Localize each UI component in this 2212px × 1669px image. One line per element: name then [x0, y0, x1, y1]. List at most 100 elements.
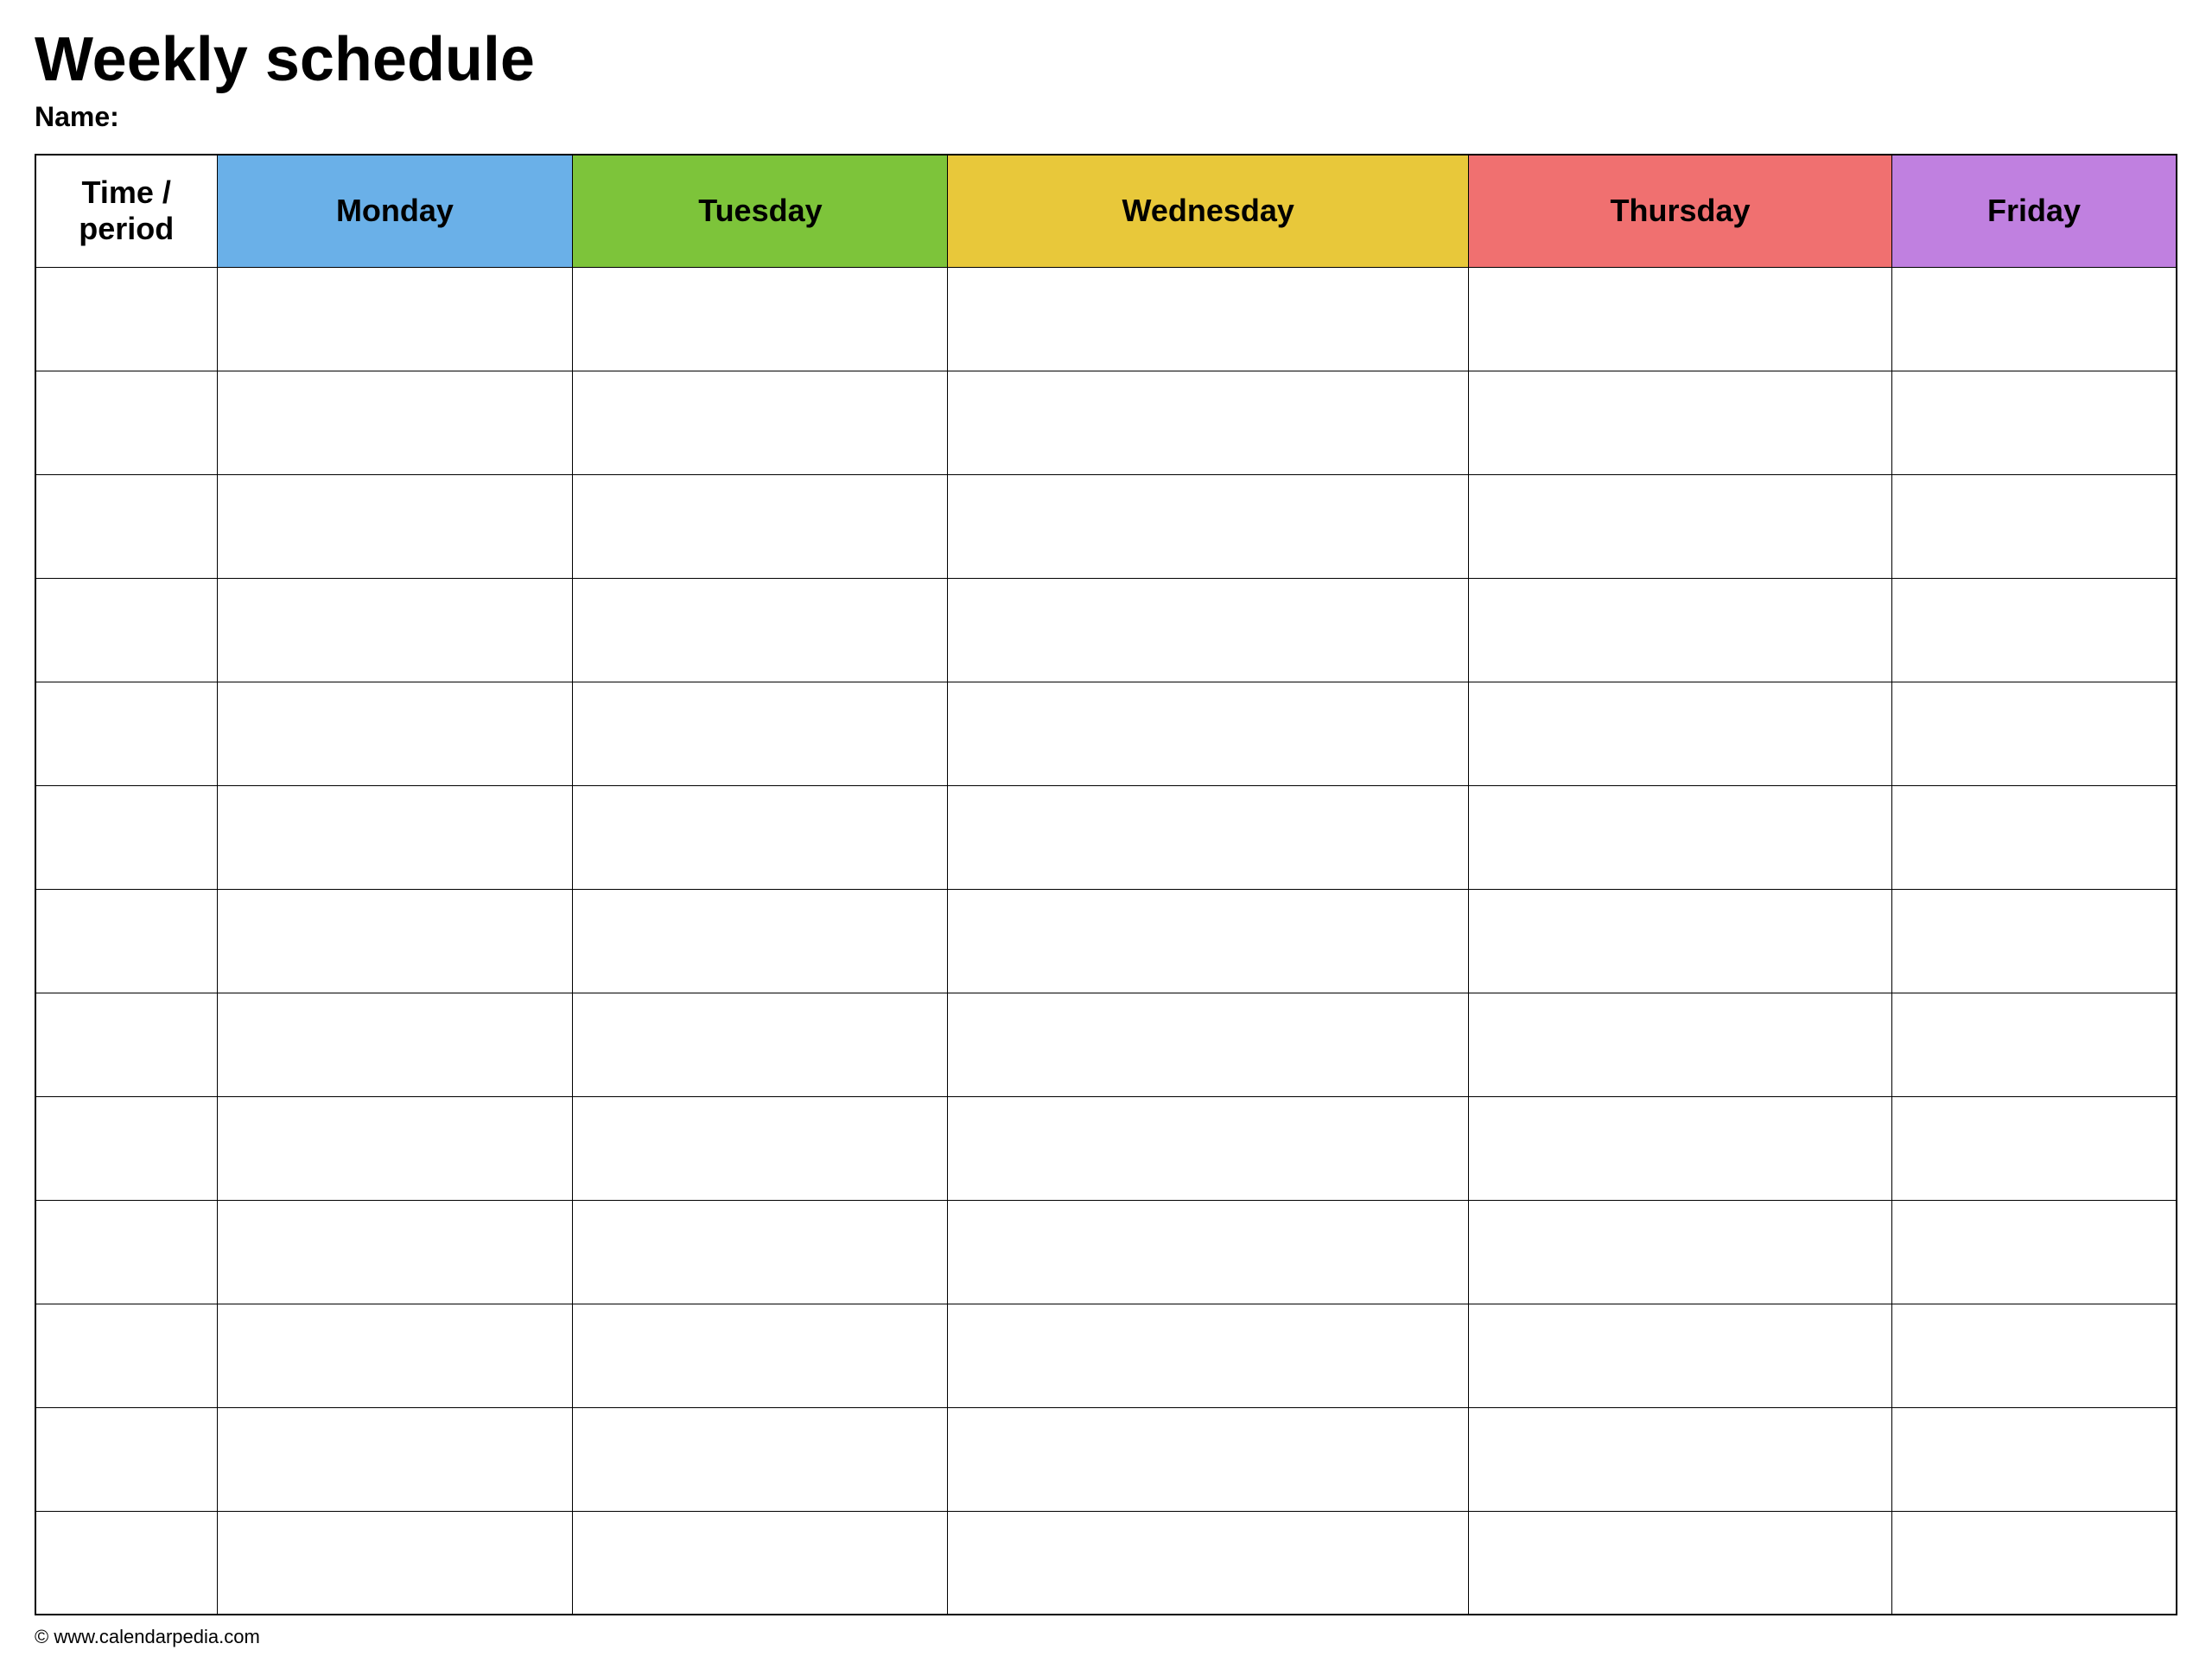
schedule-cell[interactable] [573, 889, 948, 993]
time-cell[interactable] [35, 1407, 217, 1511]
schedule-cell[interactable] [217, 785, 573, 889]
schedule-cell[interactable] [1892, 474, 2177, 578]
page-title: Weekly schedule [35, 26, 2177, 94]
schedule-cell[interactable] [1468, 1304, 1891, 1407]
time-cell[interactable] [35, 682, 217, 785]
table-row [35, 889, 2177, 993]
header-tuesday: Tuesday [573, 155, 948, 267]
schedule-cell[interactable] [1892, 682, 2177, 785]
table-row [35, 578, 2177, 682]
table-row [35, 1304, 2177, 1407]
schedule-cell[interactable] [573, 682, 948, 785]
schedule-cell[interactable] [1468, 267, 1891, 371]
schedule-cell[interactable] [217, 1304, 573, 1407]
schedule-cell[interactable] [1468, 1200, 1891, 1304]
schedule-cell[interactable] [573, 371, 948, 474]
table-row [35, 267, 2177, 371]
footer: © www.calendarpedia.com [35, 1626, 2177, 1648]
table-row [35, 1200, 2177, 1304]
schedule-cell[interactable] [1892, 993, 2177, 1096]
schedule-cell[interactable] [948, 578, 1468, 682]
schedule-cell[interactable] [1468, 1096, 1891, 1200]
time-cell[interactable] [35, 1511, 217, 1615]
schedule-cell[interactable] [217, 1200, 573, 1304]
schedule-cell[interactable] [573, 785, 948, 889]
table-row [35, 371, 2177, 474]
schedule-cell[interactable] [217, 1511, 573, 1615]
schedule-table: Time / period Monday Tuesday Wednesday T… [35, 154, 2177, 1615]
schedule-cell[interactable] [1892, 1407, 2177, 1511]
time-cell[interactable] [35, 993, 217, 1096]
table-row [35, 682, 2177, 785]
schedule-cell[interactable] [217, 474, 573, 578]
schedule-cell[interactable] [1468, 682, 1891, 785]
schedule-cell[interactable] [948, 474, 1468, 578]
table-row [35, 474, 2177, 578]
schedule-cell[interactable] [217, 267, 573, 371]
schedule-cell[interactable] [1468, 1407, 1891, 1511]
schedule-cell[interactable] [573, 1407, 948, 1511]
time-cell[interactable] [35, 785, 217, 889]
schedule-cell[interactable] [1892, 1511, 2177, 1615]
header-row: Time / period Monday Tuesday Wednesday T… [35, 155, 2177, 267]
schedule-cell[interactable] [217, 1407, 573, 1511]
schedule-body [35, 267, 2177, 1615]
table-row [35, 993, 2177, 1096]
schedule-cell[interactable] [573, 474, 948, 578]
schedule-cell[interactable] [948, 371, 1468, 474]
schedule-cell[interactable] [948, 1407, 1468, 1511]
table-row [35, 785, 2177, 889]
table-row [35, 1407, 2177, 1511]
schedule-cell[interactable] [1892, 267, 2177, 371]
schedule-cell[interactable] [1468, 889, 1891, 993]
schedule-cell[interactable] [948, 889, 1468, 993]
schedule-cell[interactable] [948, 682, 1468, 785]
schedule-cell[interactable] [948, 1200, 1468, 1304]
schedule-cell[interactable] [1468, 1511, 1891, 1615]
time-cell[interactable] [35, 1096, 217, 1200]
schedule-cell[interactable] [217, 889, 573, 993]
schedule-cell[interactable] [948, 267, 1468, 371]
schedule-cell[interactable] [1468, 785, 1891, 889]
schedule-cell[interactable] [217, 993, 573, 1096]
schedule-cell[interactable] [573, 1200, 948, 1304]
time-cell[interactable] [35, 474, 217, 578]
schedule-cell[interactable] [1468, 578, 1891, 682]
schedule-cell[interactable] [573, 1096, 948, 1200]
schedule-cell[interactable] [573, 993, 948, 1096]
schedule-cell[interactable] [1468, 474, 1891, 578]
schedule-cell[interactable] [948, 1096, 1468, 1200]
schedule-cell[interactable] [1468, 993, 1891, 1096]
time-cell[interactable] [35, 889, 217, 993]
schedule-cell[interactable] [217, 1096, 573, 1200]
schedule-cell[interactable] [217, 682, 573, 785]
time-cell[interactable] [35, 1200, 217, 1304]
schedule-cell[interactable] [573, 1511, 948, 1615]
time-cell[interactable] [35, 371, 217, 474]
schedule-cell[interactable] [1892, 1304, 2177, 1407]
header-friday: Friday [1892, 155, 2177, 267]
time-cell[interactable] [35, 267, 217, 371]
time-cell[interactable] [35, 578, 217, 682]
schedule-cell[interactable] [1892, 1096, 2177, 1200]
header-thursday: Thursday [1468, 155, 1891, 267]
schedule-cell[interactable] [948, 1304, 1468, 1407]
schedule-cell[interactable] [1892, 371, 2177, 474]
schedule-cell[interactable] [217, 578, 573, 682]
schedule-cell[interactable] [948, 785, 1468, 889]
schedule-cell[interactable] [1892, 1200, 2177, 1304]
schedule-cell[interactable] [948, 1511, 1468, 1615]
table-row [35, 1511, 2177, 1615]
schedule-cell[interactable] [1892, 785, 2177, 889]
schedule-cell[interactable] [1892, 889, 2177, 993]
table-row [35, 1096, 2177, 1200]
schedule-cell[interactable] [948, 993, 1468, 1096]
schedule-cell[interactable] [217, 371, 573, 474]
schedule-cell[interactable] [573, 1304, 948, 1407]
schedule-cell[interactable] [1892, 578, 2177, 682]
time-cell[interactable] [35, 1304, 217, 1407]
schedule-cell[interactable] [1468, 371, 1891, 474]
schedule-cell[interactable] [573, 267, 948, 371]
header-monday: Monday [217, 155, 573, 267]
schedule-cell[interactable] [573, 578, 948, 682]
